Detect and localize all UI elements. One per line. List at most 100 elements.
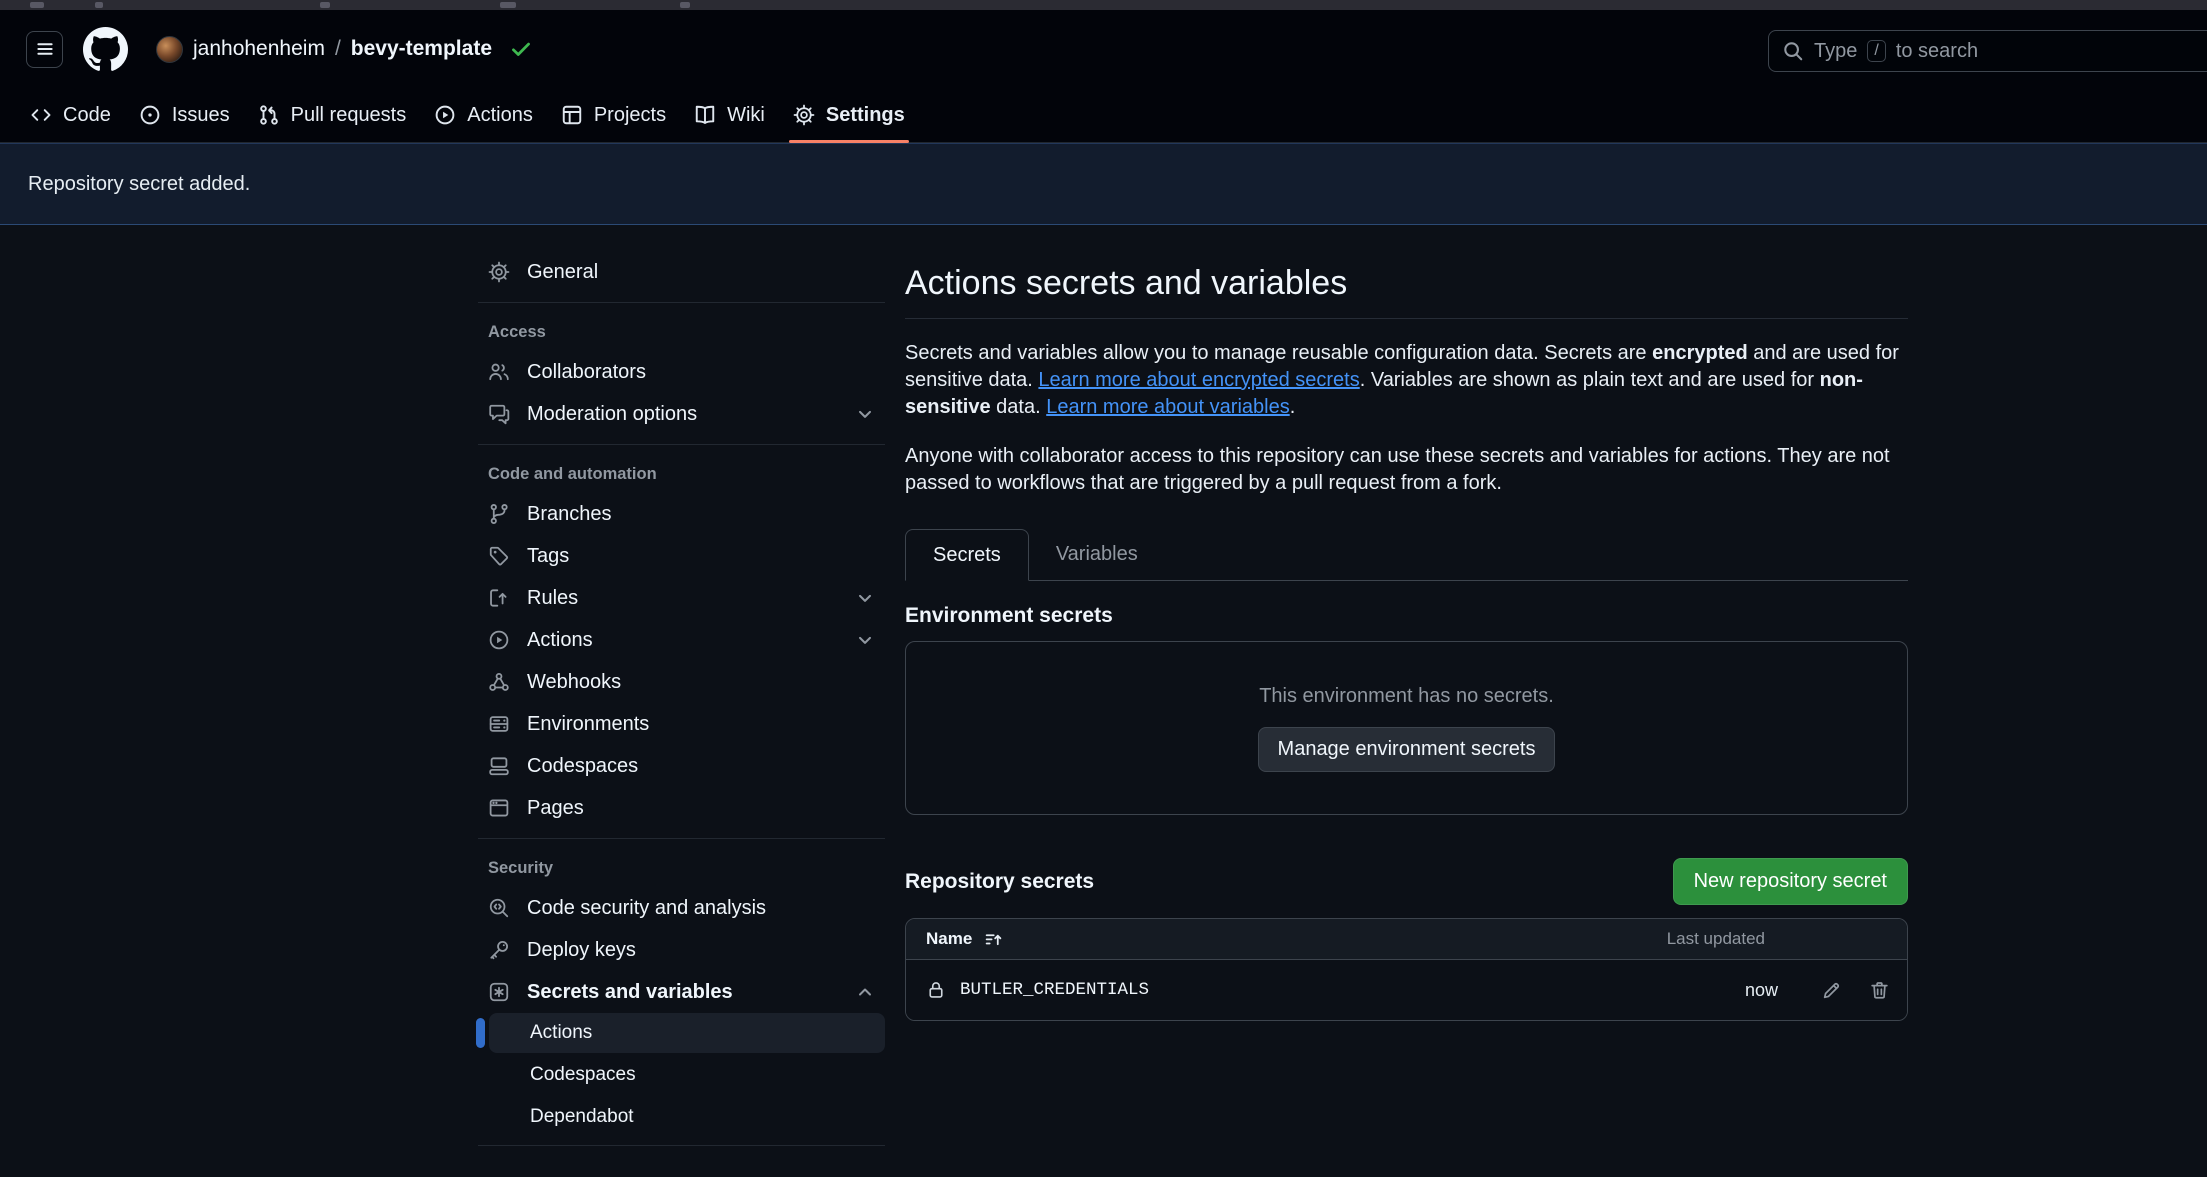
- comment-discussion-icon: [488, 403, 510, 425]
- sidebar-item-label: Branches: [527, 503, 612, 526]
- tab-wiki[interactable]: Wiki: [680, 88, 779, 142]
- sidebar-item-label: Moderation options: [527, 403, 697, 426]
- collaborator-paragraph: Anyone with collaborator access to this …: [905, 443, 1908, 497]
- sidebar-item-branches[interactable]: Branches: [478, 493, 885, 535]
- sidebar-item-general[interactable]: General: [478, 251, 885, 293]
- sidebar-subitem-dependabot[interactable]: Dependabot: [478, 1097, 885, 1137]
- tab-variables[interactable]: Variables: [1029, 528, 1165, 580]
- table-icon: [561, 104, 583, 126]
- browser-tab-fragment: [320, 2, 330, 8]
- sidebar-item-actions[interactable]: Actions: [478, 619, 885, 661]
- divider: [478, 1145, 885, 1146]
- manage-environment-secrets-button[interactable]: Manage environment secrets: [1258, 727, 1556, 772]
- chevron-down-icon: [855, 630, 875, 650]
- sidebar-item-label: Code security and analysis: [527, 897, 766, 920]
- code-scan-icon: [488, 897, 510, 919]
- sidebar-item-label: Environments: [527, 713, 649, 736]
- breadcrumb-owner[interactable]: janhohenheim: [193, 37, 325, 61]
- secret-name: BUTLER_CREDENTIALS: [960, 980, 1149, 1000]
- issue-opened-icon: [139, 104, 161, 126]
- tab-secrets[interactable]: Secrets: [905, 529, 1029, 581]
- main-content: Actions secrets and variables Secrets an…: [905, 247, 1908, 1021]
- sidebar-item-label: Codespaces: [530, 1064, 636, 1086]
- sidebar-item-tags[interactable]: Tags: [478, 535, 885, 577]
- sidebar-item-rules[interactable]: Rules: [478, 577, 885, 619]
- sidebar-item-collaborators[interactable]: Collaborators: [478, 351, 885, 393]
- settings-sidebar: General Access Collaborators Moderation …: [478, 247, 885, 1155]
- delete-secret-button[interactable]: [1869, 980, 1890, 1001]
- active-indicator-bar: [476, 1018, 485, 1048]
- rules-icon: [488, 587, 510, 609]
- pencil-icon: [1821, 980, 1842, 1001]
- secrets-variables-tabs: Secrets Variables: [905, 528, 1908, 581]
- environment-empty-text: This environment has no secrets.: [1259, 685, 1554, 708]
- hamburger-menu-button[interactable]: [26, 31, 63, 68]
- sidebar-section-code-automation: Code and automation: [478, 454, 885, 493]
- three-bars-icon: [35, 39, 55, 59]
- search-placeholder-post: to search: [1896, 40, 1978, 63]
- table-row: BUTLER_CREDENTIALS now: [906, 960, 1907, 1020]
- git-pull-request-icon: [258, 104, 280, 126]
- breadcrumb: janhohenheim / bevy-template: [156, 36, 532, 63]
- avatar[interactable]: [156, 36, 183, 63]
- sidebar-item-label: Actions: [530, 1022, 592, 1044]
- search-icon: [1782, 40, 1804, 62]
- sidebar-item-codespaces[interactable]: Codespaces: [478, 745, 885, 787]
- divider: [478, 838, 885, 839]
- text: Secrets and variables allow you to manag…: [905, 342, 1652, 364]
- sidebar-subitem-actions[interactable]: Actions: [489, 1013, 885, 1053]
- new-repository-secret-button[interactable]: New repository secret: [1673, 858, 1908, 905]
- sidebar-item-label: Pages: [527, 797, 584, 820]
- divider: [478, 444, 885, 445]
- sidebar-item-moderation-options[interactable]: Moderation options: [478, 393, 885, 435]
- chevron-down-icon: [855, 404, 875, 424]
- sidebar-section-security: Security: [478, 848, 885, 887]
- tab-pull-requests[interactable]: Pull requests: [244, 88, 421, 142]
- sidebar-item-deploy-keys[interactable]: Deploy keys: [478, 929, 885, 971]
- sidebar-subitem-codespaces[interactable]: Codespaces: [478, 1055, 885, 1095]
- breadcrumb-repo[interactable]: bevy-template: [351, 37, 492, 61]
- sidebar-item-label: Actions: [527, 629, 593, 652]
- sidebar-item-environments[interactable]: Environments: [478, 703, 885, 745]
- sidebar-item-pages[interactable]: Pages: [478, 787, 885, 829]
- github-logo-icon[interactable]: [83, 27, 128, 72]
- tab-projects[interactable]: Projects: [547, 88, 680, 142]
- browser-icon: [488, 797, 510, 819]
- repo-nav: Code Issues Pull requests Actions Projec…: [0, 88, 2207, 143]
- text: .: [1290, 396, 1296, 418]
- sidebar-item-label: Collaborators: [527, 361, 646, 384]
- book-icon: [694, 104, 716, 126]
- tab-label: Actions: [467, 104, 533, 127]
- edit-secret-button[interactable]: [1821, 980, 1842, 1001]
- environment-secrets-box: This environment has no secrets. Manage …: [905, 641, 1908, 815]
- browser-tab-fragment: [680, 2, 690, 8]
- lock-icon: [926, 980, 946, 1000]
- tab-code[interactable]: Code: [16, 88, 125, 142]
- gear-icon: [488, 261, 510, 283]
- browser-tab-fragment: [500, 2, 516, 8]
- link-encrypted-secrets[interactable]: Learn more about encrypted secrets: [1038, 369, 1359, 391]
- sidebar-item-webhooks[interactable]: Webhooks: [478, 661, 885, 703]
- search-input[interactable]: Type / to search: [1768, 30, 2207, 72]
- secret-updated: now: [1745, 980, 1778, 1001]
- tab-label: Issues: [172, 104, 230, 127]
- link-variables[interactable]: Learn more about variables: [1046, 396, 1289, 418]
- chevron-down-icon: [855, 588, 875, 608]
- text-bold: encrypted: [1652, 342, 1748, 364]
- code-icon: [30, 104, 52, 126]
- server-icon: [488, 713, 510, 735]
- tab-actions[interactable]: Actions: [420, 88, 547, 142]
- key-icon: [488, 939, 510, 961]
- sidebar-item-label: Dependabot: [530, 1106, 634, 1128]
- flash-banner: Repository secret added.: [0, 143, 2207, 225]
- column-header-name[interactable]: Name: [926, 929, 972, 949]
- sidebar-item-secrets-and-variables[interactable]: Secrets and variables: [478, 971, 885, 1013]
- git-branch-icon: [488, 503, 510, 525]
- tab-issues[interactable]: Issues: [125, 88, 244, 142]
- codespaces-icon: [488, 755, 510, 777]
- tab-settings[interactable]: Settings: [779, 88, 919, 142]
- sort-ascending-icon[interactable]: [984, 930, 1003, 949]
- tag-icon: [488, 545, 510, 567]
- repository-secrets-table: Name Last updated BUTLER_CREDENTIALS now: [905, 918, 1908, 1021]
- sidebar-item-code-security[interactable]: Code security and analysis: [478, 887, 885, 929]
